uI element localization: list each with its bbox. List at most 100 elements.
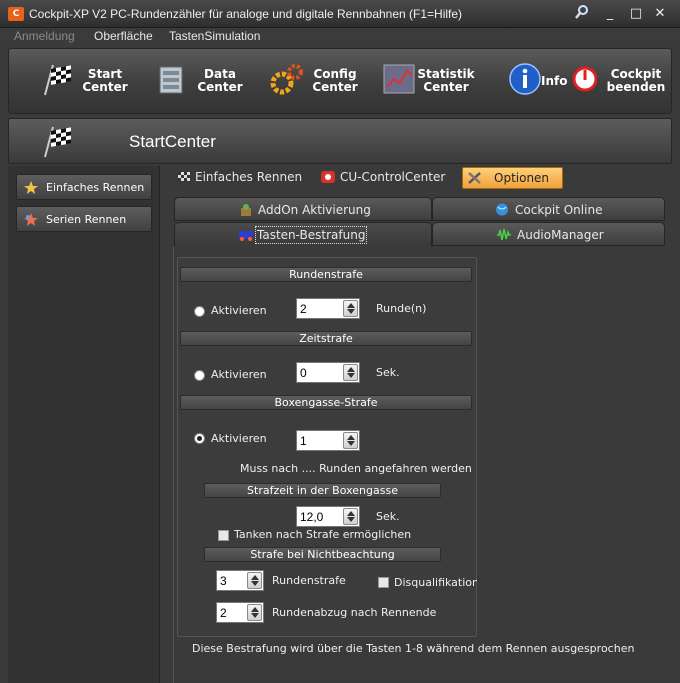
- statistik-center-button[interactable]: Statistik Center: [381, 57, 481, 107]
- spinner-arrows-icon[interactable]: [343, 432, 358, 449]
- tab-label: Tasten-Bestrafung: [254, 226, 368, 244]
- minimize-button[interactable]: _: [600, 4, 620, 24]
- zeitstrafe-radio-label: Aktivieren: [211, 368, 267, 381]
- cockpit-beenden-button[interactable]: Cockpit beenden: [569, 57, 673, 107]
- spinner-arrows-icon[interactable]: [247, 572, 262, 589]
- main-toolbar: Start Center Data Center Config Center S…: [8, 48, 672, 114]
- menu-anmeldung[interactable]: Anmeldung: [14, 29, 75, 43]
- tab-addon-aktivierung[interactable]: AddOn Aktivierung: [174, 197, 432, 221]
- tanken-checkbox[interactable]: [218, 530, 229, 541]
- globe-icon: [495, 203, 509, 216]
- cockpit-beenden-label: Cockpit beenden: [606, 67, 666, 94]
- multi-flag-icon: [24, 213, 38, 226]
- boxengasse-value: 1: [300, 434, 307, 448]
- tab-optionen[interactable]: Optionen: [462, 167, 563, 189]
- strafzeit-value: 12,0: [300, 510, 324, 524]
- zeitstrafe-stepper[interactable]: 0: [296, 362, 360, 383]
- checkered-flag-icon: [39, 61, 75, 97]
- tab-label: AddOn Aktivierung: [258, 203, 371, 217]
- zeitstrafe-unit: Sek.: [376, 366, 400, 379]
- spinner-arrows-icon[interactable]: [343, 300, 358, 317]
- sidebar: Einfaches Rennen Serien Rennen: [8, 166, 160, 683]
- section-title: StartCenter: [129, 132, 216, 151]
- spinner-arrows-icon[interactable]: [247, 604, 262, 621]
- spinner-arrows-icon[interactable]: [343, 364, 358, 381]
- data-center-label: Data Center: [197, 67, 243, 94]
- strafzeit-header: Strafzeit in der Boxengasse: [204, 483, 441, 498]
- tab-label: CU-ControlCenter: [340, 170, 446, 184]
- nichtbeachtung-rundenstrafe-label: Rundenstrafe: [272, 574, 346, 587]
- strafzeit-stepper[interactable]: 12,0: [296, 506, 360, 527]
- sidebar-item-label: Serien Rennen: [46, 213, 127, 226]
- rundenstrafe-unit: Runde(n): [376, 302, 427, 315]
- rundenstrafe-radio[interactable]: [194, 306, 205, 317]
- sidebar-item-einfaches-rennen[interactable]: Einfaches Rennen: [16, 174, 152, 200]
- tools-icon: [467, 171, 483, 185]
- start-center-label: Start Center: [82, 67, 128, 94]
- rundenabzug-value: 2: [220, 606, 227, 620]
- info-icon: [507, 61, 543, 97]
- keyboard-icon: [238, 228, 253, 241]
- disqualifikation-label: Disqualifikation: [394, 576, 477, 589]
- sidebar-item-label: Einfaches Rennen: [46, 181, 145, 194]
- title-bar: C Cockpit-XP V2 PC-Rundenzähler für anal…: [0, 0, 680, 28]
- plugin-icon: [239, 203, 253, 216]
- section-header: StartCenter: [8, 118, 672, 164]
- tab-cu-controlcenter[interactable]: CU-ControlCenter: [320, 166, 450, 188]
- boxengasse-note: Muss nach .... Runden angefahren werden: [240, 462, 472, 475]
- maximize-button[interactable]: □: [626, 4, 646, 24]
- checkered-flag-icon: [39, 123, 75, 159]
- sidebar-item-serien-rennen[interactable]: Serien Rennen: [16, 206, 152, 232]
- info-label: Info: [541, 74, 568, 88]
- menu-tastensimulation[interactable]: TastenSimulation: [169, 29, 260, 43]
- tab-tasten-bestrafung[interactable]: Tasten-Bestrafung: [174, 222, 432, 247]
- rundenabzug-label: Rundenabzug nach Rennende: [272, 606, 437, 619]
- zeitstrafe-radio[interactable]: [194, 370, 205, 381]
- database-icon: [154, 61, 190, 97]
- menu-oberflaeche[interactable]: Oberfläche: [94, 29, 153, 43]
- nichtbeachtung-rundenstrafe-stepper[interactable]: 3: [216, 570, 264, 591]
- tanken-label: Tanken nach Strafe ermöglichen: [234, 528, 412, 541]
- zeitstrafe-value: 0: [300, 366, 307, 380]
- tab-cockpit-online[interactable]: Cockpit Online: [432, 197, 665, 221]
- tab-label: Optionen: [494, 171, 550, 185]
- magnifier-icon[interactable]: [572, 4, 592, 24]
- rundenstrafe-stepper[interactable]: 2: [296, 298, 360, 319]
- boxengasse-radio-label: Aktivieren: [211, 432, 267, 445]
- app-icon: C: [8, 7, 24, 21]
- data-center-button[interactable]: Data Center: [154, 57, 254, 107]
- gears-icon: [269, 61, 305, 97]
- zeitstrafe-header: Zeitstrafe: [180, 331, 472, 346]
- config-center-label: Config Center: [312, 67, 358, 94]
- close-button[interactable]: ✕: [650, 4, 670, 24]
- info-button[interactable]: Info: [507, 57, 569, 107]
- statistik-center-label: Statistik Center: [417, 67, 475, 94]
- footer-hint: Diese Bestrafung wird über die Tasten 1-…: [192, 642, 635, 655]
- rundenabzug-stepper[interactable]: 2: [216, 602, 264, 623]
- checkered-flag-icon: [176, 170, 192, 184]
- cu-controller-icon: [320, 170, 336, 184]
- disqualifikation-checkbox[interactable]: [378, 577, 389, 588]
- boxengasse-header: Boxengasse-Strafe: [180, 395, 472, 410]
- audio-wave-icon: [497, 228, 511, 241]
- boxengasse-radio[interactable]: [194, 433, 205, 444]
- boxengasse-stepper[interactable]: 1: [296, 430, 360, 451]
- config-center-button[interactable]: Config Center: [269, 57, 369, 107]
- rundenstrafe-radio-label: Aktivieren: [211, 304, 267, 317]
- rundenstrafe-value: 2: [300, 302, 307, 316]
- spinner-arrows-icon[interactable]: [343, 508, 358, 525]
- nichtbeachtung-rundenstrafe-value: 3: [220, 574, 227, 588]
- tab-label: Einfaches Rennen: [195, 170, 303, 184]
- tab-audiomanager[interactable]: AudioManager: [432, 222, 665, 246]
- strafzeit-unit: Sek.: [376, 510, 400, 523]
- tab-einfaches-rennen[interactable]: Einfaches Rennen: [176, 166, 306, 188]
- tab-label: AudioManager: [517, 228, 604, 242]
- rundenstrafe-header: Rundenstrafe: [180, 267, 472, 282]
- power-icon: [569, 61, 598, 97]
- window-title: Cockpit-XP V2 PC-Rundenzähler für analog…: [29, 7, 463, 21]
- tab-label: Cockpit Online: [515, 203, 603, 217]
- star-flag-icon: [24, 181, 38, 194]
- nichtbeachtung-header: Strafe bei Nichtbeachtung: [204, 547, 441, 562]
- menu-bar: Anmeldung Oberfläche TastenSimulation: [0, 28, 680, 46]
- start-center-button[interactable]: Start Center: [39, 57, 139, 107]
